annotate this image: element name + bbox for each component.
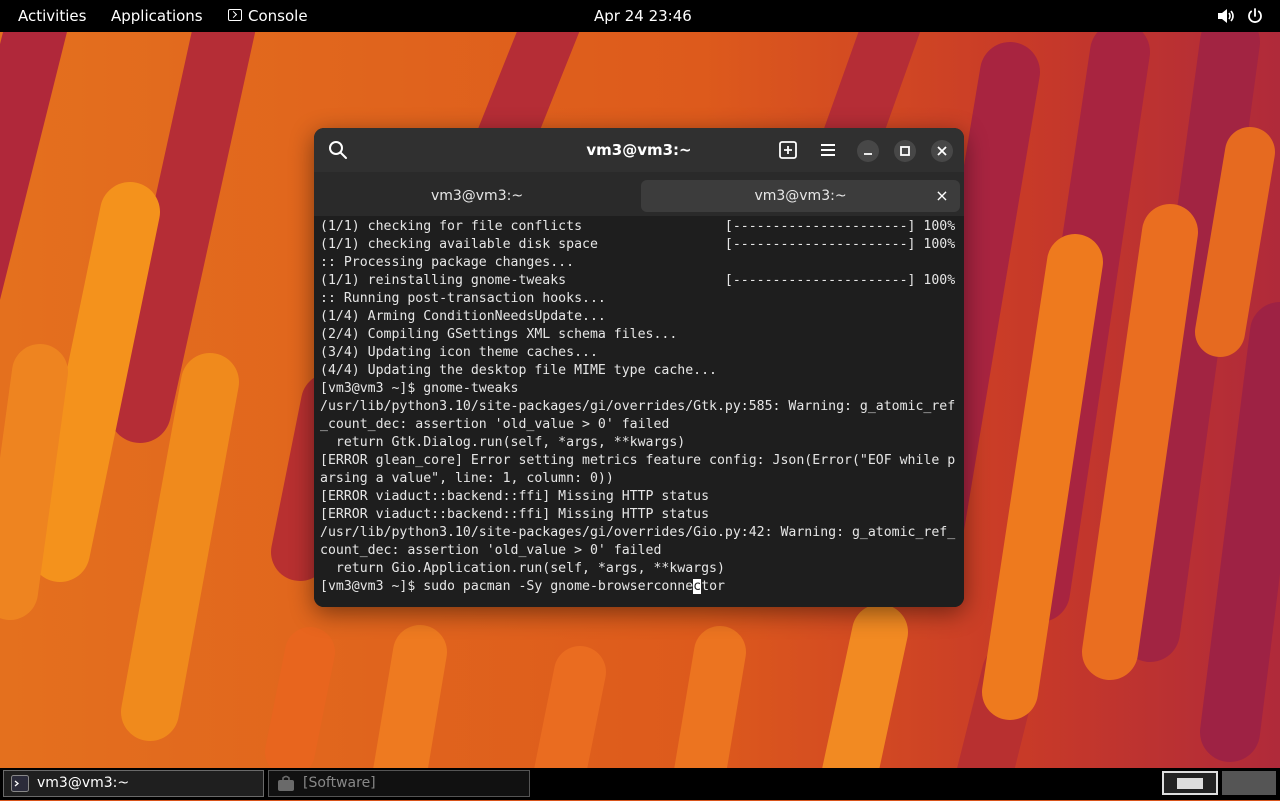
minimize-icon [864, 153, 872, 155]
bottom-panel: vm3@vm3:~ [Software] [0, 768, 1280, 800]
terminal-line: count_dec: assertion 'old_value > 0' fai… [320, 543, 662, 558]
terminal-line: /usr/lib/python3.10/site-packages/gi/ove… [320, 525, 956, 540]
workspace-2[interactable] [1222, 771, 1276, 795]
terminal-icon [11, 775, 29, 792]
close-tab-icon[interactable]: × [934, 180, 950, 212]
terminal-line: /usr/lib/python3.10/site-packages/gi/ove… [320, 399, 956, 414]
power-icon[interactable] [1246, 7, 1264, 25]
header-bar[interactable]: vm3@vm3:~ [314, 128, 964, 172]
terminal-line: arsing a value", line: 1, column: 0)) [320, 471, 614, 486]
terminal-window[interactable]: vm3@vm3:~ vm3@vm3:~ vm3@vm3:~ × (1/1) ch… [314, 128, 964, 607]
terminal-line: :: Running post-transaction hooks... [320, 291, 606, 306]
top-bar: Activities Applications Console Apr 24 2… [0, 0, 1280, 32]
close-icon [937, 146, 947, 156]
terminal-line: (1/1) checking available disk space [---… [320, 237, 956, 252]
hamburger-menu-icon[interactable] [816, 138, 840, 162]
terminal-line: (1/1) reinstalling gnome-tweaks [-------… [320, 273, 956, 288]
terminal-line: return Gio.Application.run(self, *args, … [320, 561, 725, 576]
terminal-line: (3/4) Updating icon theme caches... [320, 345, 598, 360]
terminal-line: return Gtk.Dialog.run(self, *args, **kwa… [320, 435, 686, 450]
tab-label: vm3@vm3:~ [754, 188, 847, 204]
taskbar-item-software[interactable]: [Software] [268, 770, 530, 797]
maximize-icon [900, 146, 910, 156]
workspace-1[interactable] [1162, 771, 1218, 795]
tab-2[interactable]: vm3@vm3:~ × [641, 180, 960, 212]
console-icon [228, 8, 242, 21]
console-label: Console [248, 7, 308, 25]
applications-menu[interactable]: Applications [111, 0, 203, 32]
taskbar-item-label: vm3@vm3:~ [37, 775, 130, 791]
terminal-line: [ERROR glean_core] Error setting metrics… [320, 453, 956, 468]
taskbar-item-terminal[interactable]: vm3@vm3:~ [3, 770, 264, 797]
console-app-menu[interactable]: Console [228, 0, 308, 32]
terminal-line: [vm3@vm3 ~]$ gnome-tweaks [320, 381, 519, 396]
tab-bar: vm3@vm3:~ vm3@vm3:~ × [314, 172, 964, 216]
tab-1[interactable]: vm3@vm3:~ [318, 180, 636, 212]
search-icon[interactable] [326, 138, 350, 162]
workspace-window-thumbnail [1177, 778, 1203, 789]
terminal-line: (4/4) Updating the desktop file MIME typ… [320, 363, 717, 378]
close-window-button[interactable] [931, 140, 953, 162]
terminal-line: (2/4) Compiling GSettings XML schema fil… [320, 327, 678, 342]
volume-icon[interactable] [1216, 7, 1236, 25]
prompt-text: [vm3@vm3 ~]$ sudo pacman -Sy gnome-brows… [320, 579, 694, 594]
minimize-button[interactable] [857, 140, 879, 162]
terminal-line: (1/4) Arming ConditionNeedsUpdate... [320, 309, 606, 324]
text-cursor: c [693, 579, 702, 594]
terminal-line: [ERROR viaduct::backend::ffi] Missing HT… [320, 507, 710, 522]
maximize-button[interactable] [894, 140, 916, 162]
clock[interactable]: Apr 24 23:46 [594, 0, 692, 32]
new-tab-icon[interactable] [776, 138, 800, 162]
terminal-line: :: Processing package changes... [320, 255, 575, 270]
terminal-output[interactable]: (1/1) checking for file conflicts [-----… [314, 218, 964, 607]
activities-button[interactable]: Activities [18, 0, 86, 32]
prompt-text-after: tor [701, 579, 725, 594]
prompt-line[interactable]: [vm3@vm3 ~]$ sudo pacman -Sy gnome-brows… [320, 578, 964, 596]
taskbar-item-label: [Software] [303, 775, 376, 791]
terminal-line: _count_dec: assertion 'old_value > 0' fa… [320, 417, 670, 432]
terminal-line: (1/1) checking for file conflicts [-----… [320, 219, 956, 234]
tab-label: vm3@vm3:~ [430, 188, 524, 204]
terminal-line: [ERROR viaduct::backend::ffi] Missing HT… [320, 489, 710, 504]
software-bag-icon [277, 775, 295, 792]
